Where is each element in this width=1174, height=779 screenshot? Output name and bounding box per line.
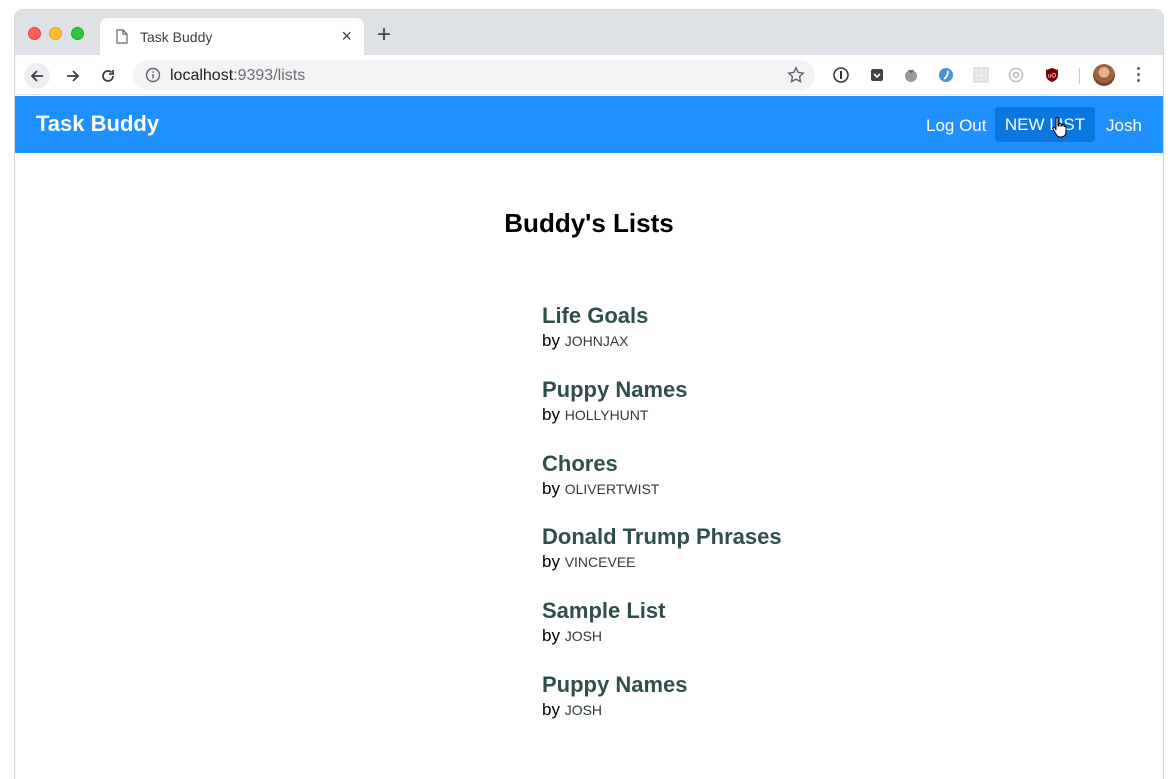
app-header: Task Buddy Log Out NEW LIST Josh bbox=[15, 96, 1163, 153]
list-byline: by JOHNJAX bbox=[542, 330, 942, 352]
forward-button[interactable] bbox=[60, 63, 86, 89]
url-host: localhost bbox=[170, 67, 234, 84]
list-author: JOSH bbox=[564, 628, 603, 644]
list-item: Puppy Names by HOLLYHUNT bbox=[542, 377, 942, 426]
brand-logo[interactable]: Task Buddy bbox=[36, 111, 159, 137]
back-button[interactable] bbox=[24, 63, 50, 89]
tomato-timer-extension-icon[interactable] bbox=[903, 67, 919, 83]
by-label: by bbox=[542, 626, 560, 645]
tab-strip: Task Buddy × + bbox=[15, 10, 1163, 55]
reload-button[interactable] bbox=[95, 63, 121, 89]
list-name-link[interactable]: Puppy Names bbox=[542, 377, 942, 403]
browser-window: Task Buddy × + localhost:9393/lists uO T… bbox=[15, 10, 1163, 779]
list-name-link[interactable]: Donald Trump Phrases bbox=[542, 524, 942, 550]
reload-icon bbox=[102, 70, 114, 82]
by-label: by bbox=[542, 331, 560, 350]
document-icon bbox=[116, 29, 128, 44]
list-byline: by HOLLYHUNT bbox=[542, 404, 942, 426]
minimize-window-button[interactable] bbox=[49, 27, 62, 40]
pocket-extension-icon[interactable] bbox=[869, 67, 885, 83]
url-path: :9393/lists bbox=[233, 67, 306, 84]
info-icon[interactable] bbox=[145, 67, 161, 83]
target-extension-icon[interactable] bbox=[1008, 67, 1024, 83]
list-item: Puppy Names by JOSH bbox=[542, 672, 942, 721]
list-item: Sample List by JOSH bbox=[542, 598, 942, 647]
list-byline: by JOSH bbox=[542, 625, 942, 647]
list-name-link[interactable]: Sample List bbox=[542, 598, 942, 624]
list-author: JOHNJAX bbox=[564, 333, 629, 349]
list-name-link[interactable]: Life Goals bbox=[542, 303, 942, 329]
list-byline: by JOSH bbox=[542, 699, 942, 721]
page-title: Buddy's Lists bbox=[504, 208, 674, 238]
hand-pointer-cursor-icon bbox=[1052, 116, 1067, 138]
list-item: Chores by OLIVERTWIST bbox=[542, 451, 942, 500]
tab-title: Task Buddy bbox=[140, 29, 213, 45]
by-label: by bbox=[542, 405, 560, 424]
url-text: localhost:9393/lists bbox=[170, 67, 305, 85]
list-author: JOSH bbox=[564, 702, 603, 718]
browser-tab[interactable]: Task Buddy × bbox=[100, 18, 364, 55]
back-arrow-icon bbox=[30, 70, 43, 82]
svg-text:uO: uO bbox=[1048, 74, 1056, 80]
logout-link[interactable]: Log Out bbox=[926, 116, 987, 136]
address-bar[interactable]: localhost:9393/lists bbox=[133, 60, 815, 90]
by-label: by bbox=[542, 552, 560, 571]
by-label: by bbox=[542, 479, 560, 498]
tab-close-icon[interactable]: × bbox=[341, 26, 352, 46]
ublock-shield-icon[interactable]: uO bbox=[1044, 67, 1060, 83]
user-profile-link[interactable]: Josh bbox=[1106, 116, 1142, 136]
list-name-link[interactable]: Chores bbox=[542, 451, 942, 477]
password-manager-extension-icon[interactable] bbox=[833, 67, 849, 83]
list-name-link[interactable]: Puppy Names bbox=[542, 672, 942, 698]
browser-menu-icon[interactable] bbox=[1132, 65, 1144, 85]
forward-arrow-icon bbox=[67, 70, 80, 82]
maximize-window-button[interactable] bbox=[71, 27, 84, 40]
list-byline: by VINCEVEE bbox=[542, 551, 942, 573]
bookmark-star-icon[interactable] bbox=[787, 66, 805, 84]
new-tab-button[interactable]: + bbox=[377, 23, 391, 47]
list-author: VINCEVEE bbox=[564, 554, 636, 570]
close-window-button[interactable] bbox=[28, 27, 41, 40]
grid-extension-icon[interactable] bbox=[973, 67, 989, 83]
toolbar-separator bbox=[1079, 68, 1080, 84]
list-item: Donald Trump Phrases by VINCEVEE bbox=[542, 524, 942, 573]
list-item: Life Goals by JOHNJAX bbox=[542, 303, 942, 352]
list-author: OLIVERTWIST bbox=[564, 481, 660, 497]
bookmark-extension-icon[interactable] bbox=[938, 67, 954, 83]
profile-avatar[interactable] bbox=[1093, 64, 1115, 86]
list-author: HOLLYHUNT bbox=[564, 407, 649, 423]
by-label: by bbox=[542, 700, 560, 719]
new-list-button[interactable]: NEW LIST bbox=[995, 107, 1095, 142]
list-byline: by OLIVERTWIST bbox=[542, 478, 942, 500]
browser-toolbar: localhost:9393/lists uO bbox=[15, 55, 1163, 95]
